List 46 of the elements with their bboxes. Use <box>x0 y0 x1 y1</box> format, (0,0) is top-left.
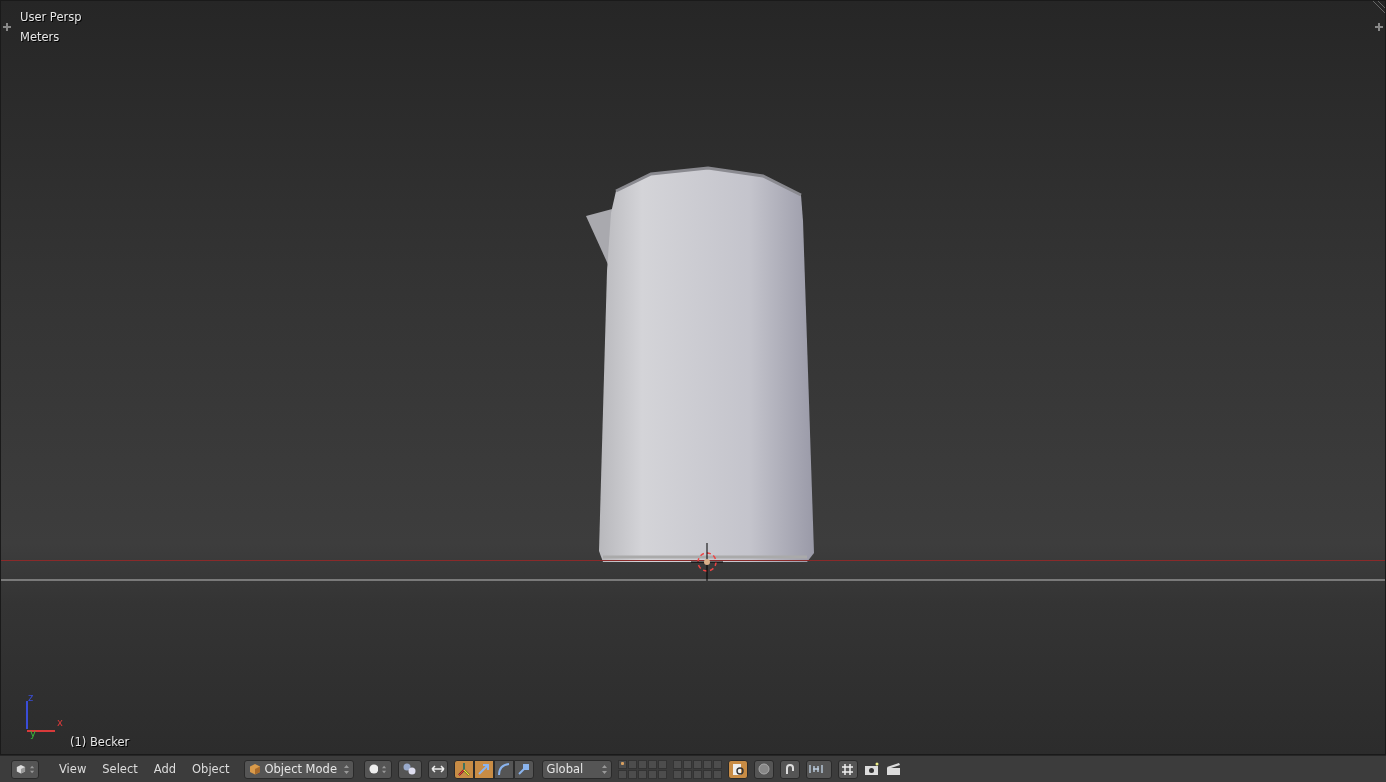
move-arrows-icon <box>430 763 445 775</box>
mode-dropdown[interactable]: Object Mode <box>243 759 354 779</box>
corner-grip-icon[interactable] <box>1371 1 1385 15</box>
lock-layers-button[interactable] <box>727 759 748 779</box>
menu-item[interactable]: Add <box>145 762 185 776</box>
arc-icon <box>496 762 511 776</box>
object-label: (1) Becker <box>70 735 130 749</box>
arrow-icon <box>476 762 491 776</box>
scale-icon <box>516 762 531 776</box>
plus-icon[interactable] <box>1375 23 1383 31</box>
menu-item[interactable]: Object <box>184 762 238 776</box>
pivot-icon <box>402 763 416 775</box>
orientation-dropdown[interactable]: Global <box>541 759 612 779</box>
circle-icon <box>757 763 770 775</box>
up-down-arrows-icon <box>343 763 349 775</box>
manipulator-toggle[interactable] <box>427 759 448 779</box>
3d-cursor-icon <box>691 543 723 581</box>
tool-button[interactable] <box>473 759 494 779</box>
menu-item[interactable]: Select <box>94 762 146 776</box>
sphere-icon <box>368 763 379 775</box>
editor-type-button[interactable] <box>11 759 39 779</box>
up-down-arrows-icon <box>29 763 34 775</box>
render-button[interactable] <box>753 759 774 779</box>
camera-icon[interactable] <box>863 762 880 776</box>
pivot-dropdown[interactable] <box>397 759 422 779</box>
chain-icon <box>731 762 744 776</box>
menu-item[interactable]: View <box>51 762 95 776</box>
tool-button[interactable] <box>453 759 474 779</box>
tool-button[interactable] <box>513 759 534 779</box>
up-down-arrows-icon <box>382 763 387 775</box>
clapperboard-icon[interactable] <box>885 762 902 776</box>
snap-button[interactable] <box>779 759 800 779</box>
tool-button[interactable] <box>493 759 514 779</box>
grid-icon <box>841 762 854 776</box>
cube-icon <box>16 763 26 775</box>
snap-element-dropdown[interactable] <box>805 759 832 779</box>
view-name: User Persp <box>20 10 82 24</box>
cube-icon <box>248 763 261 775</box>
manipulator-icon <box>456 762 471 776</box>
increment-icon <box>808 763 823 775</box>
snap-target-button[interactable] <box>837 759 858 779</box>
up-down-arrows-icon <box>601 763 607 775</box>
shading-dropdown[interactable] <box>363 759 392 779</box>
units-label: Meters <box>20 30 61 44</box>
plus-icon[interactable] <box>3 23 11 31</box>
magnet-icon <box>783 763 796 775</box>
